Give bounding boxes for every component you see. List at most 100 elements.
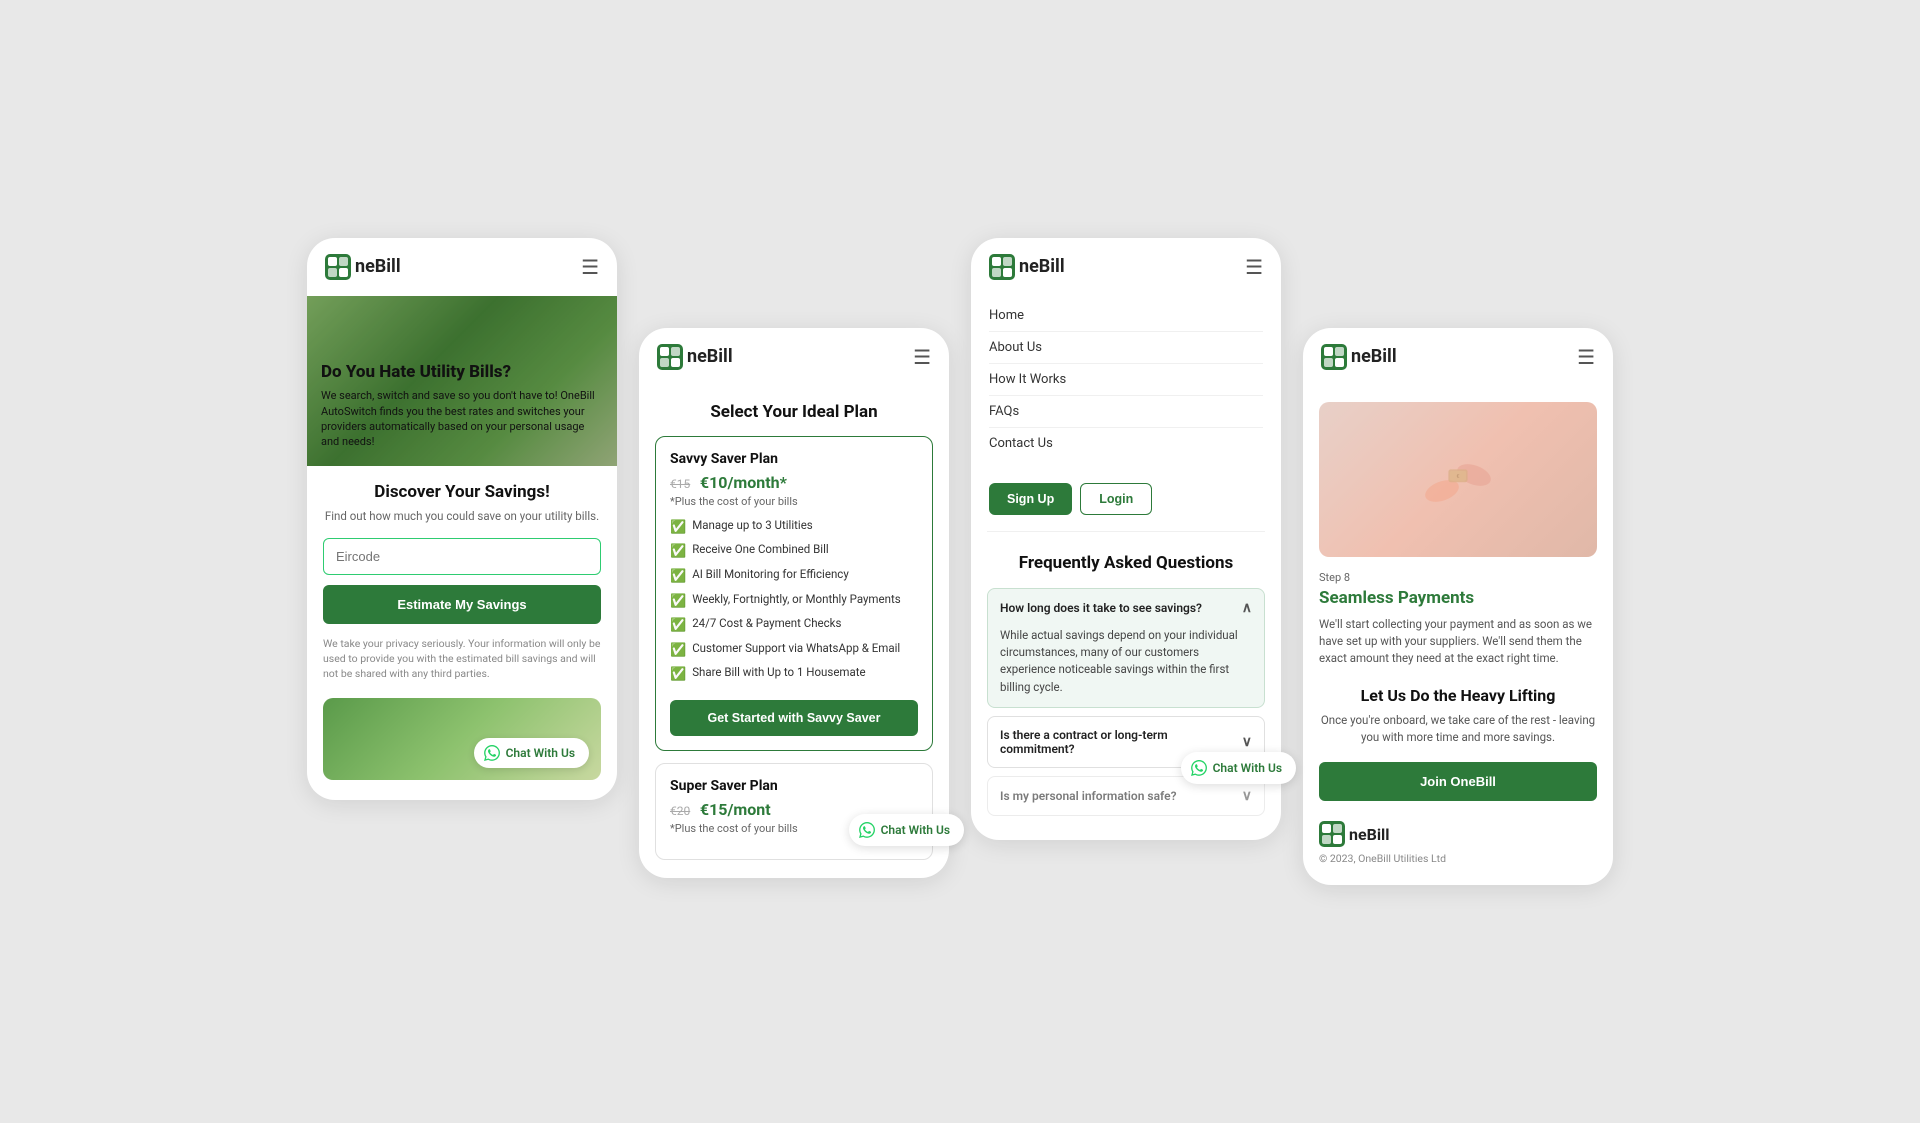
whatsapp-icon-1 (484, 745, 500, 761)
footer-logo-icon (1319, 821, 1345, 847)
savvy-plan-name: Savvy Saver Plan (670, 451, 918, 467)
faq-item-1: How long does it take to see savings? ∧ … (987, 588, 1265, 708)
nav-bar-4: neBill ☰ (1303, 328, 1613, 386)
logo-icon-1 (325, 254, 351, 280)
logo-icon-3 (989, 254, 1015, 280)
check-icon-4: ✅ (670, 593, 686, 611)
check-icon-3: ✅ (670, 568, 686, 586)
faq-question-text-1: How long does it take to see savings? (1000, 601, 1202, 615)
nav-about[interactable]: About Us (989, 332, 1263, 364)
plan-feature-3: ✅ AI Bill Monitoring for Efficiency (670, 567, 918, 586)
step-desc: We'll start collecting your payment and … (1319, 616, 1597, 668)
hamburger-2[interactable]: ☰ (913, 347, 931, 367)
plan-feature-1: ✅ Manage up to 3 Utilities (670, 518, 918, 537)
faq-question-1[interactable]: How long does it take to see savings? ∧ (988, 589, 1264, 627)
plan-feature-5: ✅ 24/7 Cost & Payment Checks (670, 616, 918, 635)
faq-title: Frequently Asked Questions (987, 552, 1265, 574)
signup-button[interactable]: Sign Up (989, 483, 1072, 515)
login-button[interactable]: Login (1080, 483, 1152, 515)
plan-feature-6: ✅ Customer Support via WhatsApp & Email (670, 641, 918, 660)
faq-chevron-down-2: ∨ (1242, 734, 1252, 750)
footer-logo: neBill (1319, 821, 1597, 847)
step-label: Step 8 (1319, 571, 1597, 584)
check-icon-2: ✅ (670, 543, 686, 561)
hamburger-3[interactable]: ☰ (1245, 257, 1263, 277)
phone3-wrapper: neBill ☰ Home About Us How It Works FAQs… (971, 238, 1281, 840)
divider-3 (987, 531, 1265, 532)
get-started-savvy-button[interactable]: Get Started with Savvy Saver (670, 700, 918, 736)
phone2-body: Select Your Ideal Plan Savvy Saver Plan … (639, 386, 949, 878)
chat-bubble-3[interactable]: Chat With Us (1181, 752, 1296, 784)
chat-bubble-text-1: Chat With Us (506, 746, 575, 760)
whatsapp-icon-2 (859, 822, 875, 838)
faq-chevron-down-3: ∨ (1242, 788, 1252, 804)
plan-feature-2: ✅ Receive One Combined Bill (670, 542, 918, 561)
feature-text-5: 24/7 Cost & Payment Checks (692, 616, 841, 632)
nav-bar-1: neBill ☰ (307, 238, 617, 296)
logo-1: neBill (325, 254, 401, 280)
hero-title-1: Do You Hate Utility Bills? (321, 362, 603, 383)
nav-how-it-works[interactable]: How It Works (989, 364, 1263, 396)
logo-text-2: neBill (687, 346, 733, 367)
estimate-button[interactable]: Estimate My Savings (323, 585, 601, 624)
check-icon-7: ✅ (670, 666, 686, 684)
phone1-body: Discover Your Savings! Find out how much… (307, 466, 617, 800)
nav-home[interactable]: Home (989, 300, 1263, 332)
join-onebill-button[interactable]: Join OneBill (1319, 762, 1597, 801)
savvy-plan-card: Savvy Saver Plan €15 €10/month* *Plus th… (655, 436, 933, 751)
discover-title: Discover Your Savings! (323, 482, 601, 502)
check-icon-6: ✅ (670, 642, 686, 660)
nav-contact[interactable]: Contact Us (989, 428, 1263, 459)
chat-bubble-text-3: Chat With Us (1213, 761, 1282, 775)
check-icon-5: ✅ (670, 617, 686, 635)
logo-2: neBill (657, 344, 733, 370)
savvy-price-new: €10/month* (700, 473, 787, 492)
logo-icon-2 (657, 344, 683, 370)
plan-feature-4: ✅ Weekly, Fortnightly, or Monthly Paymen… (670, 592, 918, 611)
faq-chevron-up-1: ∧ (1242, 600, 1252, 616)
svg-text:€: € (1456, 475, 1459, 481)
whatsapp-icon-3 (1191, 760, 1207, 776)
phone-3: neBill ☰ Home About Us How It Works FAQs… (971, 238, 1281, 840)
hero-text-1: Do You Hate Utility Bills? We search, sw… (321, 362, 603, 450)
nav-faqs[interactable]: FAQs (989, 396, 1263, 428)
feature-text-6: Customer Support via WhatsApp & Email (692, 641, 900, 657)
chat-bubble-2[interactable]: Chat With Us (849, 814, 964, 846)
discover-subtitle: Find out how much you could save on your… (323, 508, 601, 524)
footer-copy: © 2023, OneBill Utilities Ltd (1319, 852, 1597, 865)
phones-container: neBill ☰ Do You Hate Utility Bills? We s… (30, 238, 1890, 885)
hero-desc-1: We search, switch and save so you don't … (321, 388, 603, 450)
logo-text-1: neBill (355, 256, 401, 277)
hamburger-1[interactable]: ☰ (581, 257, 599, 277)
eircode-input[interactable] (323, 538, 601, 575)
phone-2: neBill ☰ Select Your Ideal Plan Savvy Sa… (639, 328, 949, 878)
feature-text-3: AI Bill Monitoring for Efficiency (692, 567, 849, 583)
privacy-note: We take your privacy seriously. Your inf… (323, 636, 601, 682)
savvy-plan-note: *Plus the cost of your bills (670, 495, 918, 508)
logo-text-3: neBill (1019, 256, 1065, 277)
chat-bubble-1[interactable]: Chat With Us (474, 738, 589, 768)
super-price-new: €15/mont (700, 800, 771, 819)
logo-icon-4 (1321, 344, 1347, 370)
plan-feature-7: ✅ Share Bill with Up to 1 Housemate (670, 665, 918, 684)
check-icon-1: ✅ (670, 519, 686, 537)
heavy-lifting-title: Let Us Do the Heavy Lifting (1319, 686, 1597, 705)
faq-answer-1: While actual savings depend on your indi… (988, 627, 1264, 707)
phone2-wrapper: neBill ☰ Select Your Ideal Plan Savvy Sa… (639, 238, 949, 878)
chat-bubble-text-2: Chat With Us (881, 823, 950, 837)
logo-3: neBill (989, 254, 1065, 280)
faq-question-text-3: Is my personal information safe? (1000, 789, 1177, 803)
logo-text-4: neBill (1351, 346, 1397, 367)
phone-4: neBill ☰ € Step 8 Seamless Payments We'l… (1303, 328, 1613, 885)
steps-body: € Step 8 Seamless Payments We'll start c… (1303, 386, 1613, 885)
nav-bar-3: neBill ☰ (971, 238, 1281, 296)
faq-section: Frequently Asked Questions How long does… (971, 542, 1281, 840)
hamburger-4[interactable]: ☰ (1577, 347, 1595, 367)
footer-logo-text: neBill (1349, 825, 1390, 844)
heavy-lifting-desc: Once you're onboard, we take care of the… (1319, 712, 1597, 747)
feature-text-2: Receive One Combined Bill (692, 542, 828, 558)
step-hands-illustration: € (1418, 439, 1498, 519)
plans-title: Select Your Ideal Plan (655, 402, 933, 422)
super-price-old: €20 (670, 804, 690, 818)
step-title: Seamless Payments (1319, 588, 1597, 608)
